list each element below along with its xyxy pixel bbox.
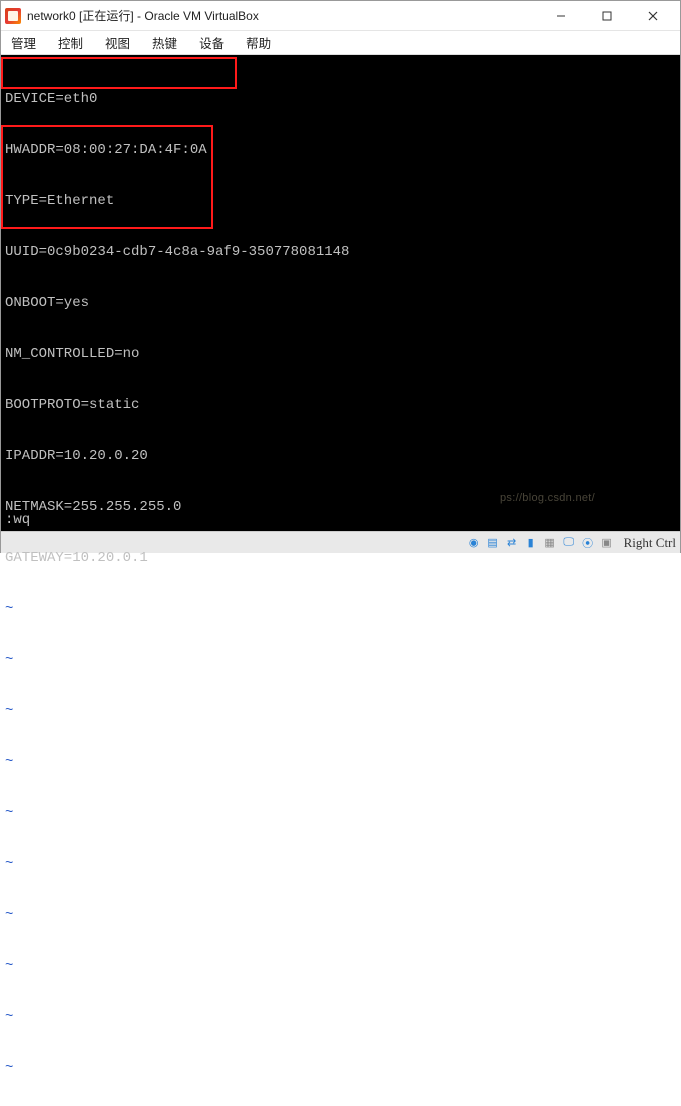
highlight-box-2	[1, 125, 213, 229]
window-controls	[538, 2, 676, 30]
menu-device[interactable]: 设备	[195, 31, 228, 54]
tilde-line: ~	[5, 652, 676, 669]
virtualbox-icon	[5, 8, 21, 24]
vi-command-line: :wq	[5, 512, 30, 529]
config-line: ONBOOT=yes	[5, 295, 676, 312]
mouse-icon[interactable]: ▣	[599, 535, 615, 551]
config-line: UUID=0c9b0234-cdb7-4c8a-9af9-35077808114…	[5, 244, 676, 261]
tilde-line: ~	[5, 958, 676, 975]
titlebar: network0 [正在运行] - Oracle VM VirtualBox	[1, 1, 680, 31]
menu-control[interactable]: 控制	[54, 31, 87, 54]
menubar: 管理 控制 视图 热键 设备 帮助	[1, 31, 680, 55]
tilde-line: ~	[5, 601, 676, 618]
menu-hotkey[interactable]: 热键	[148, 31, 181, 54]
config-line: TYPE=Ethernet	[5, 193, 676, 210]
close-button[interactable]	[630, 2, 676, 30]
maximize-button[interactable]	[584, 2, 630, 30]
menu-view[interactable]: 视图	[101, 31, 134, 54]
tilde-line: ~	[5, 907, 676, 924]
tilde-line: ~	[5, 703, 676, 720]
menu-help[interactable]: 帮助	[242, 31, 275, 54]
highlight-box-1	[1, 57, 237, 89]
terminal-view[interactable]: DEVICE=eth0 HWADDR=08:00:27:DA:4F:0A TYP…	[1, 55, 680, 531]
shared-folder-icon[interactable]: ▦	[542, 535, 558, 551]
tilde-line: ~	[5, 1060, 676, 1077]
tilde-line: ~	[5, 1009, 676, 1026]
tilde-line: ~	[5, 856, 676, 873]
minimize-button[interactable]	[538, 2, 584, 30]
config-line: DEVICE=eth0	[5, 91, 676, 108]
config-line: HWADDR=08:00:27:DA:4F:0A	[5, 142, 676, 159]
tilde-line: ~	[5, 805, 676, 822]
watermark-text: ps://blog.csdn.net/	[500, 490, 595, 507]
window-title: network0 [正在运行] - Oracle VM VirtualBox	[27, 7, 538, 24]
config-line: NM_CONTROLLED=no	[5, 346, 676, 363]
menu-manage[interactable]: 管理	[7, 31, 40, 54]
tilde-line: ~	[5, 754, 676, 771]
config-line: BOOTPROTO=static	[5, 397, 676, 414]
config-line: IPADDR=10.20.0.20	[5, 448, 676, 465]
